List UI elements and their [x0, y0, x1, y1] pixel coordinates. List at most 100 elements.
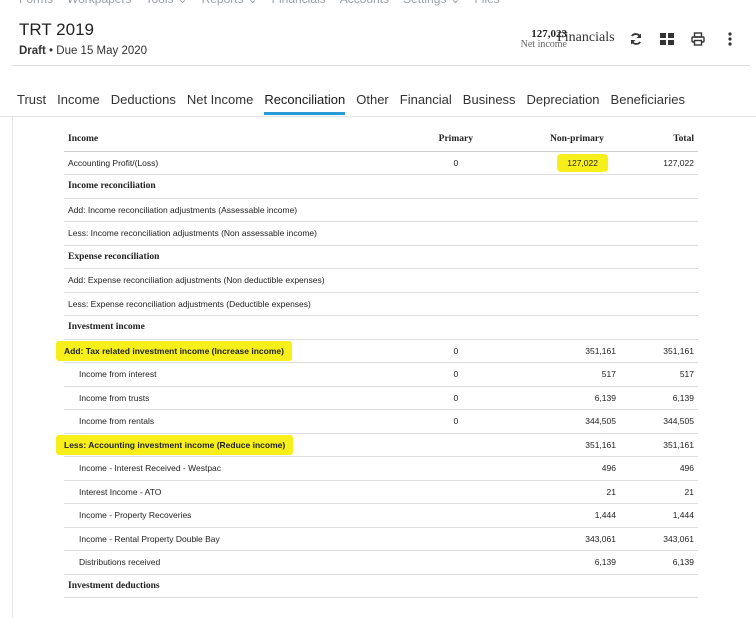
tab-deductions[interactable]: Deductions: [111, 92, 176, 115]
tab-reconciliation[interactable]: Reconciliation: [264, 92, 346, 115]
primary-value: 0: [377, 386, 534, 410]
table-row: Income - Rental Property Double Bay 343,0…: [64, 527, 698, 551]
nonprimary-value: 127,022: [533, 151, 620, 175]
primary-value: [377, 174, 534, 199]
tab-financial[interactable]: Financial: [400, 92, 452, 115]
table-row: Income from rentals 0 344,505 344,505: [64, 409, 698, 434]
nonprimary-value: 351,161: [533, 433, 620, 457]
tab-trust[interactable]: Trust: [17, 92, 46, 115]
financials-button[interactable]: Financials: [557, 30, 615, 46]
table-row: Income - Property Recoveries 1,444 1,444: [64, 503, 698, 528]
total-value: 343,061: [619, 527, 698, 551]
top-menu-item-label: Accounts: [340, 0, 389, 6]
primary-value: [377, 550, 534, 575]
nonprimary-value: 351,161: [533, 339, 620, 363]
header-divider: [12, 65, 750, 66]
total-value: 6,139: [619, 386, 698, 410]
table-row: Less: Accounting investment income (Redu…: [56, 433, 698, 457]
section-title: Investment income: [64, 315, 378, 340]
content-border: [12, 116, 13, 618]
reconciliation-table: Income Primary Non-primary Total Account…: [56, 128, 698, 598]
row-label: Interest Income - ATO: [64, 480, 378, 504]
nonprimary-value: [533, 574, 620, 598]
column-header-nonprimary: Non-primary: [533, 128, 620, 152]
total-value: [619, 245, 698, 269]
status-line: Draft • Due 15 May 2020: [19, 45, 147, 57]
nonprimary-value: [533, 198, 620, 222]
table-row: Add: Tax related investment income (Incr…: [56, 339, 698, 363]
total-value: [619, 198, 698, 222]
top-menu-item[interactable]: Files: [474, 0, 499, 7]
row-label: Income - Interest Received - Westpac: [64, 456, 378, 481]
table-row: Less: Income reconciliation adjustments …: [64, 221, 698, 246]
print-icon[interactable]: [690, 31, 706, 47]
primary-value: [377, 315, 534, 340]
section-title: Income reconciliation: [64, 174, 378, 199]
row-label: Less: Income reconciliation adjustments …: [64, 221, 378, 246]
column-header-total: Total: [619, 128, 698, 152]
top-menu-item[interactable]: Tools ⌄: [145, 0, 187, 7]
top-menu-item-label: Forms: [19, 0, 53, 6]
nonprimary-value: 6,139: [533, 386, 620, 410]
tab-business[interactable]: Business: [463, 92, 516, 115]
table-row: Income from interest 0 517 517: [64, 362, 698, 387]
nonprimary-value: 344,505: [533, 409, 620, 434]
table-row: Income from trusts 0 6,139 6,139: [64, 386, 698, 410]
primary-value: [377, 503, 534, 528]
total-value: 21: [619, 480, 698, 504]
row-label: Accounting Profit/(Loss): [64, 151, 378, 175]
total-value: 351,161: [619, 339, 698, 363]
refresh-icon[interactable]: [628, 31, 644, 47]
top-menu-item[interactable]: Workpapers: [67, 0, 131, 7]
tabs-divider: [0, 116, 756, 117]
chevron-down-icon: ⌄: [178, 0, 188, 6]
top-menu-item[interactable]: Financials: [272, 0, 326, 7]
row-label: Add: Income reconciliation adjustments (…: [64, 198, 378, 222]
primary-value: [377, 221, 534, 246]
row-label: Add: Expense reconciliation adjustments …: [64, 268, 378, 293]
nonprimary-value: [533, 221, 620, 246]
table-row: Less: Expense reconciliation adjustments…: [64, 292, 698, 316]
table-row: Interest Income - ATO 21 21: [64, 480, 698, 504]
row-label: Income from interest: [64, 362, 378, 387]
due-date: • Due 15 May 2020: [49, 45, 148, 57]
top-menu-item-label: Tools: [145, 0, 173, 6]
total-value: [619, 574, 698, 598]
tab-other[interactable]: Other: [356, 92, 389, 115]
total-value: 351,161: [619, 433, 698, 457]
tab-depreciation[interactable]: Depreciation: [527, 92, 600, 115]
total-value: [619, 268, 698, 293]
tab-net-income[interactable]: Net Income: [187, 92, 253, 115]
top-menu-item-label: Files: [474, 0, 499, 6]
primary-value: [377, 433, 534, 457]
table-row: Add: Expense reconciliation adjustments …: [64, 268, 698, 293]
primary-value: [377, 480, 534, 504]
more-vertical-icon[interactable]: [722, 31, 738, 47]
row-label: Less: Accounting investment income (Redu…: [56, 434, 294, 455]
nonprimary-value: 496: [533, 456, 620, 481]
chevron-down-icon: ⌄: [248, 0, 258, 6]
primary-value: [377, 574, 534, 598]
row-label: Income - Rental Property Double Bay: [64, 527, 378, 551]
top-menu-item[interactable]: Reports ⌄: [202, 0, 258, 7]
section-row: Income reconciliation: [64, 174, 698, 199]
row-label-cell: Add: Tax related investment income (Incr…: [56, 339, 378, 363]
table-row: Add: Income reconciliation adjustments (…: [64, 198, 698, 222]
total-value: [619, 292, 698, 316]
total-value: [619, 174, 698, 199]
grid-icon[interactable]: [659, 31, 675, 47]
table-header-row: Income Primary Non-primary Total: [64, 128, 698, 152]
total-value: 344,505: [619, 409, 698, 434]
top-menu-item[interactable]: Settings ⌄: [403, 0, 460, 7]
top-menu-item[interactable]: Accounts: [340, 0, 389, 7]
nonprimary-value: [533, 268, 620, 293]
nonprimary-value: [533, 292, 620, 316]
tab-beneficiaries[interactable]: Beneficiaries: [611, 92, 685, 115]
chevron-down-icon: ⌄: [450, 0, 460, 6]
top-menu-item-label: Workpapers: [67, 0, 131, 6]
primary-value: [377, 198, 534, 222]
section-row: Expense reconciliation: [64, 245, 698, 269]
top-menu-item[interactable]: Forms: [19, 0, 53, 7]
nonprimary-value: [533, 315, 620, 340]
tab-income[interactable]: Income: [57, 92, 100, 115]
